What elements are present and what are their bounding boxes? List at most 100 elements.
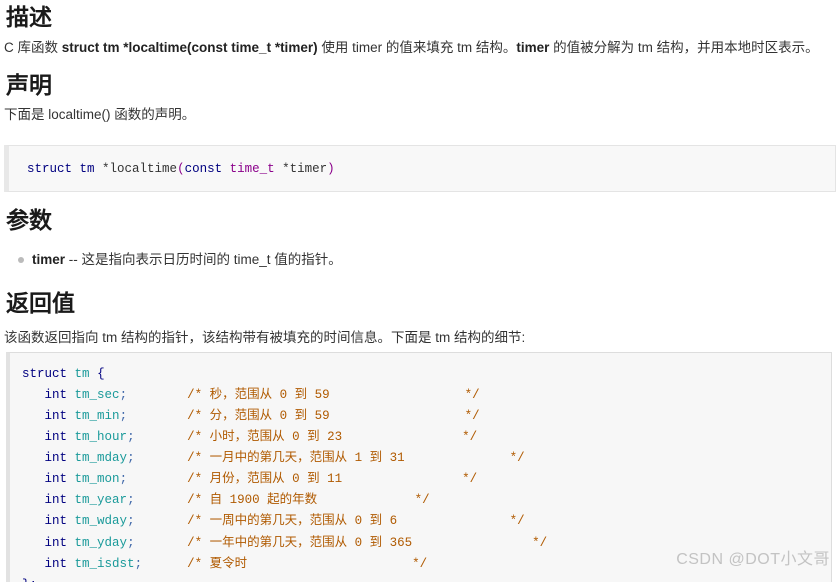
declaration-code-block: struct tm *localtime(const time_t *timer…: [4, 145, 836, 193]
code-line: };: [22, 578, 37, 582]
code-token: int: [44, 472, 68, 487]
code-token: tm_min: [74, 409, 120, 424]
code-token: const: [184, 162, 223, 176]
code-token: int: [44, 556, 68, 571]
code-token: tm_wday: [74, 514, 128, 529]
code-line: int tm_mon; /* 月份，范围从 0 到 11 */: [22, 472, 478, 487]
param-type: time_t: [233, 252, 271, 267]
code-line: struct tm {: [22, 367, 105, 381]
desc-signature: struct tm *localtime(const time_t *timer…: [61, 40, 318, 55]
code-token: tm: [74, 367, 90, 381]
code-token: tm: [79, 162, 95, 176]
code-token: tm_sec: [74, 388, 120, 403]
code-token: ;: [127, 535, 135, 550]
param-separator: --: [65, 252, 82, 267]
code-token: ;: [134, 556, 143, 571]
code-token: ;: [127, 430, 135, 445]
desc-tail: 结构，并用本地时区表示。: [652, 40, 819, 55]
desc-mid-3: 结构。: [472, 40, 517, 55]
code-token: ;: [127, 514, 135, 529]
code-token: *localtime: [94, 162, 178, 176]
code-comment: /* 小时，范围从 0 到 23 */: [187, 430, 478, 445]
desc-mid: 使用: [317, 40, 353, 55]
ret-text-a: 该函数返回指向: [4, 330, 103, 345]
ret-text-c: 结构的细节:: [450, 330, 526, 345]
code-token: tm_yday: [74, 535, 128, 550]
ret-tm-a: tm: [102, 330, 118, 345]
section-heading-return-value: 返回值: [6, 290, 75, 316]
code-token: ;: [119, 409, 128, 424]
code-line: int tm_year; /* 自 1900 起的年数 */: [22, 493, 430, 507]
section-heading-description: 描述: [6, 4, 52, 30]
code-token: int: [44, 493, 68, 508]
bullet-icon: [18, 257, 24, 263]
code-token: *timer: [274, 162, 328, 176]
code-token: int: [44, 451, 68, 466]
code-token: tm_hour: [74, 430, 128, 445]
code-token: int: [44, 535, 68, 550]
code-token: tm_mday: [74, 451, 128, 466]
param-name: timer: [32, 252, 66, 267]
param-desc-b: 值的指针。: [270, 252, 342, 267]
csdn-watermark: CSDN @DOT小文哥: [676, 551, 830, 568]
code-line: int tm_isdst; /* 夏令时 */: [22, 556, 428, 571]
code-token: {: [97, 367, 105, 381]
code-token: time_t: [229, 162, 275, 176]
code-token: ;: [119, 472, 128, 487]
code-line: int tm_sec; /* 秒，范围从 0 到 59 */: [22, 388, 480, 402]
description-paragraph: C 库函数 struct tm *localtime(const time_t …: [4, 38, 836, 58]
desc-timer-2: timer: [516, 40, 550, 55]
code-token: struct: [22, 367, 68, 381]
list-item: timer -- 这是指向表示日历时间的 time_t 值的指针。: [6, 250, 342, 270]
parameter-list: timer -- 这是指向表示日历时间的 time_t 值的指针。: [6, 250, 342, 270]
code-comment: /* 自 1900 起的年数 */: [187, 493, 430, 508]
code-token: (: [177, 162, 185, 176]
code-comment: /* 月份，范围从 0 到 11 */: [187, 472, 478, 487]
code-token: tm_year: [74, 493, 128, 508]
code-line: int tm_min; /* 分，范围从 0 到 59 */: [22, 409, 480, 423]
desc-tm-2: tm: [637, 40, 653, 55]
ret-text-b: 结构的指针，该结构带有被填充的时间信息。下面是: [117, 330, 436, 345]
code-comment: /* 夏令时 */: [187, 556, 428, 571]
code-token: ;: [127, 493, 135, 508]
code-token: ;: [119, 388, 128, 403]
documentation-page: 描述 C 库函数 struct tm *localtime(const time…: [0, 0, 840, 582]
code-token: ;: [127, 451, 135, 466]
code-line: int tm_mday; /* 一月中的第几天，范围从 1 到 31 */: [22, 451, 525, 465]
code-comment: /* 一年中的第几天，范围从 0 到 365 */: [187, 535, 548, 550]
ret-tm-b: tm: [435, 330, 451, 345]
code-token: struct: [27, 162, 73, 176]
code-token: int: [44, 430, 68, 445]
code-token: int: [44, 388, 68, 403]
code-token: tm_isdst: [74, 556, 135, 571]
desc-mid-4: 的值被分解为: [549, 40, 638, 55]
return-value-paragraph: 该函数返回指向 tm 结构的指针，该结构带有被填充的时间信息。下面是 tm 结构…: [4, 328, 525, 348]
code-token: tm_mon: [74, 472, 120, 487]
desc-mid-2: 的值来填充: [382, 40, 458, 55]
code-comment: /* 分，范围从 0 到 59 */: [187, 409, 480, 424]
code-token: };: [22, 578, 37, 582]
desc-timer-1: timer: [352, 40, 383, 55]
param-desc-a: 这是指向表示日历时间的: [81, 252, 234, 267]
declaration-paragraph: 下面是 localtime() 函数的声明。: [4, 107, 196, 122]
code-line: int tm_hour; /* 小时，范围从 0 到 23 */: [22, 430, 478, 445]
code-line: int tm_wday; /* 一周中的第几天，范围从 0 到 6 */: [22, 514, 525, 528]
code-comment: /* 秒，范围从 0 到 59 */: [187, 388, 480, 403]
code-comment: /* 一月中的第几天，范围从 1 到 31 */: [187, 451, 525, 466]
code-comment: /* 一周中的第几天，范围从 0 到 6 */: [187, 514, 525, 529]
desc-lead: C 库函数: [4, 40, 62, 55]
code-token: int: [44, 409, 68, 424]
